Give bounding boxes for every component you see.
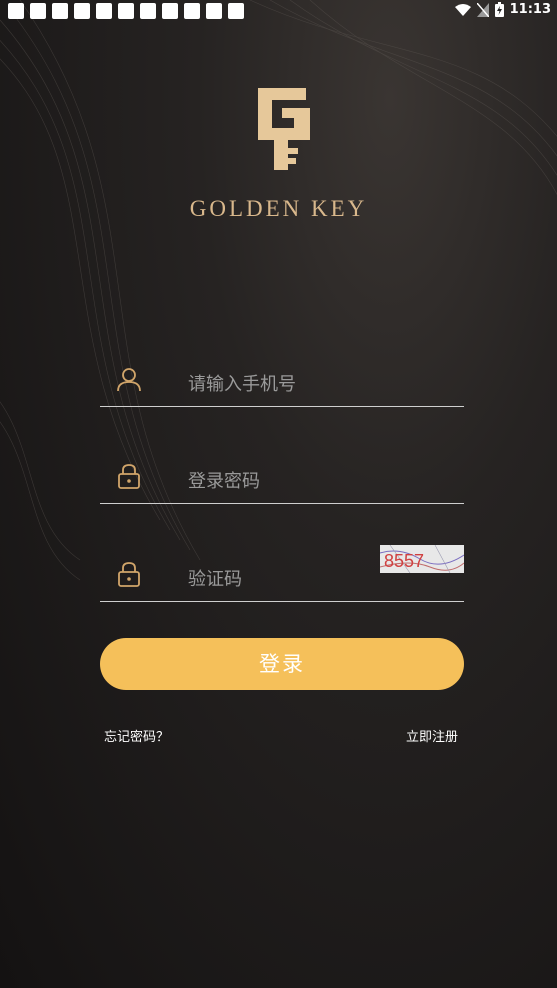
forgot-password-link[interactable]: 忘记密码？ <box>104 726 169 745</box>
captcha-field[interactable]: 验证码 8557 <box>100 544 465 602</box>
notification-icon <box>206 3 222 19</box>
notification-icons <box>8 3 244 19</box>
password-field[interactable]: 登录密码 <box>100 447 464 504</box>
captcha-image[interactable]: 8557 <box>379 544 465 574</box>
captcha-noise: 8557 <box>379 544 465 574</box>
captcha-text: 8557 <box>384 551 424 571</box>
password-input[interactable]: 登录密码 <box>188 467 260 493</box>
notification-icon <box>74 3 90 19</box>
phone-field[interactable]: 请输入手机号 <box>100 350 464 407</box>
register-link[interactable]: 立即注册 <box>406 726 458 745</box>
no-signal-icon <box>476 2 489 17</box>
notification-icon <box>184 3 200 19</box>
status-time: 11:13 <box>509 2 551 17</box>
login-button[interactable]: 登录 <box>100 638 464 690</box>
phone-input[interactable]: 请输入手机号 <box>188 370 296 396</box>
lock-icon <box>118 464 140 489</box>
notification-icon <box>162 3 178 19</box>
notification-icon <box>118 3 134 19</box>
user-icon <box>117 368 141 392</box>
golden-key-logo-icon <box>258 88 310 170</box>
battery-icon <box>494 2 504 17</box>
notification-icon <box>140 3 156 19</box>
wifi-icon <box>454 3 471 16</box>
notification-icon <box>30 3 46 19</box>
captcha-input[interactable]: 验证码 <box>188 565 242 591</box>
notification-icon <box>8 3 24 19</box>
lock-icon <box>118 562 140 587</box>
status-bar: 11:13 <box>0 0 557 22</box>
notification-icon <box>52 3 68 19</box>
notification-icon <box>228 3 244 19</box>
brand-name: GOLDEN KEY <box>189 196 368 221</box>
notification-icon <box>96 3 112 19</box>
